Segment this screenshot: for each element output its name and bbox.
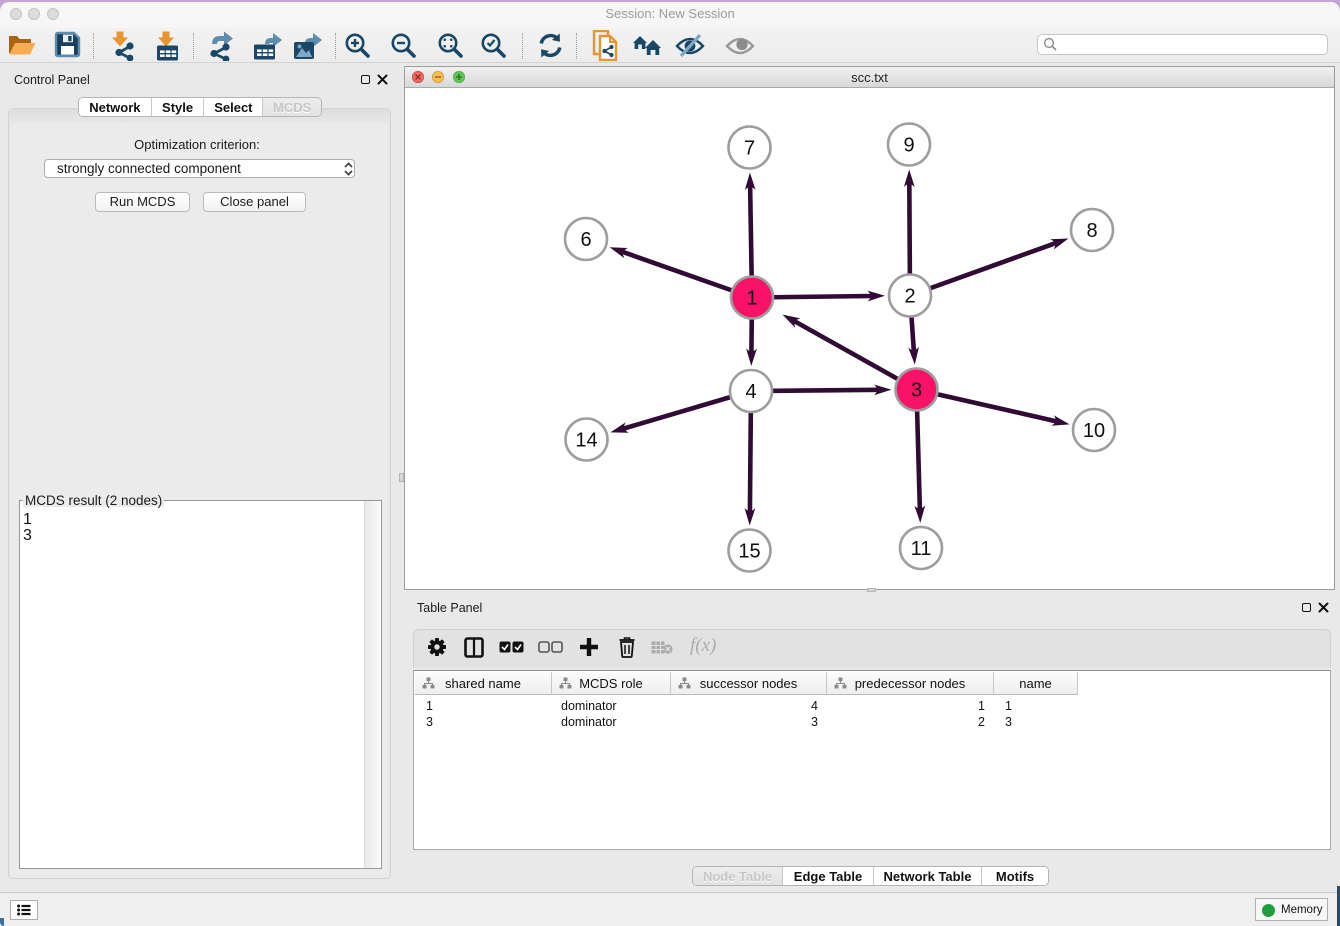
svg-text:11: 11 [911, 538, 932, 560]
svg-text:1: 1 [746, 288, 757, 310]
svg-text:15: 15 [738, 541, 760, 563]
svg-text:2: 2 [904, 286, 915, 308]
svg-text:10: 10 [1083, 420, 1105, 442]
svg-text:9: 9 [903, 135, 914, 157]
svg-text:7: 7 [744, 138, 755, 160]
svg-text:6: 6 [580, 229, 591, 251]
svg-text:3: 3 [911, 380, 922, 402]
svg-text:8: 8 [1086, 220, 1097, 242]
svg-text:4: 4 [745, 381, 756, 403]
svg-text:14: 14 [575, 430, 597, 452]
